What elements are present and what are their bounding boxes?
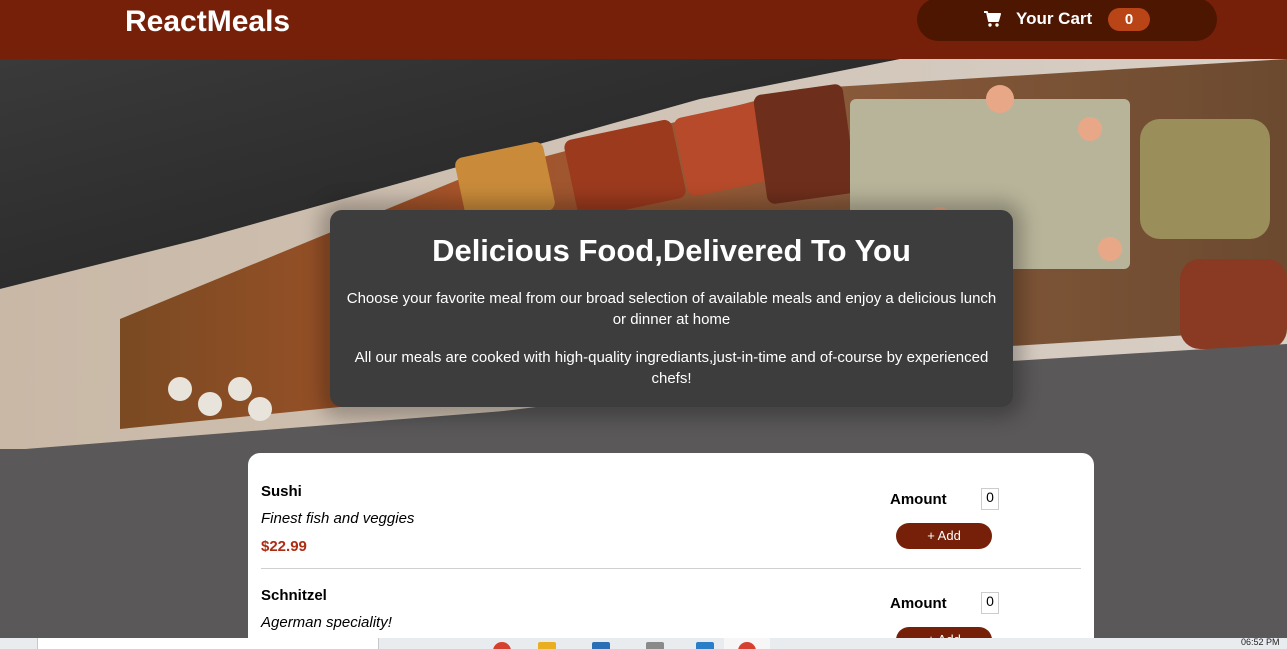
meals-list-card: Sushi Finest fish and veggies $22.99 Amo… (248, 453, 1094, 649)
taskbar-search-box[interactable] (37, 638, 379, 649)
hero-section: Delicious Food,Delivered To You Choose y… (0, 59, 1287, 459)
add-to-cart-button[interactable]: + Add (896, 523, 992, 549)
app-header: ReactMeals Your Cart 0 (0, 0, 1287, 59)
meal-name: Sushi (261, 483, 302, 500)
meal-description: Finest fish and veggies (261, 510, 415, 527)
summary-paragraph-2: All our meals are cooked with high-quali… (354, 349, 989, 387)
chrome-app-icon[interactable] (493, 642, 511, 649)
taskbar-active-app[interactable] (724, 638, 770, 649)
amount-input[interactable]: 0 (981, 592, 999, 614)
store-app-icon[interactable] (592, 642, 610, 649)
summary-card: Delicious Food,Delivered To You Choose y… (330, 210, 1013, 407)
cart-count-badge: 0 (1108, 8, 1150, 31)
folder-app-icon[interactable] (538, 642, 556, 649)
os-taskbar: 06:52 PM (0, 638, 1287, 649)
meal-item: Sushi Finest fish and veggies $22.99 Amo… (261, 465, 1081, 569)
vscode-app-icon[interactable] (696, 642, 714, 649)
brand-title: ReactMeals (125, 5, 291, 38)
summary-paragraph-1: Choose your favorite meal from our broad… (346, 290, 997, 328)
taskbar-clock[interactable]: 06:52 PM (1241, 638, 1280, 647)
shopping-cart-icon (983, 10, 1001, 28)
meal-price: $22.99 (261, 538, 307, 555)
amount-label: Amount (890, 491, 947, 508)
amount-label: Amount (890, 595, 947, 612)
app-icon[interactable] (646, 642, 664, 649)
summary-title: Delicious Food,Delivered To You (432, 233, 911, 268)
browser-app-icon[interactable] (738, 642, 756, 649)
amount-input[interactable]: 0 (981, 488, 999, 510)
cart-button[interactable]: Your Cart 0 (917, 0, 1217, 41)
cart-label: Your Cart (1016, 9, 1093, 28)
meal-name: Schnitzel (261, 587, 327, 604)
meal-description: Agerman speciality! (261, 614, 392, 631)
meal-item: Schnitzel Agerman speciality! Amount 0 +… (261, 569, 1081, 649)
